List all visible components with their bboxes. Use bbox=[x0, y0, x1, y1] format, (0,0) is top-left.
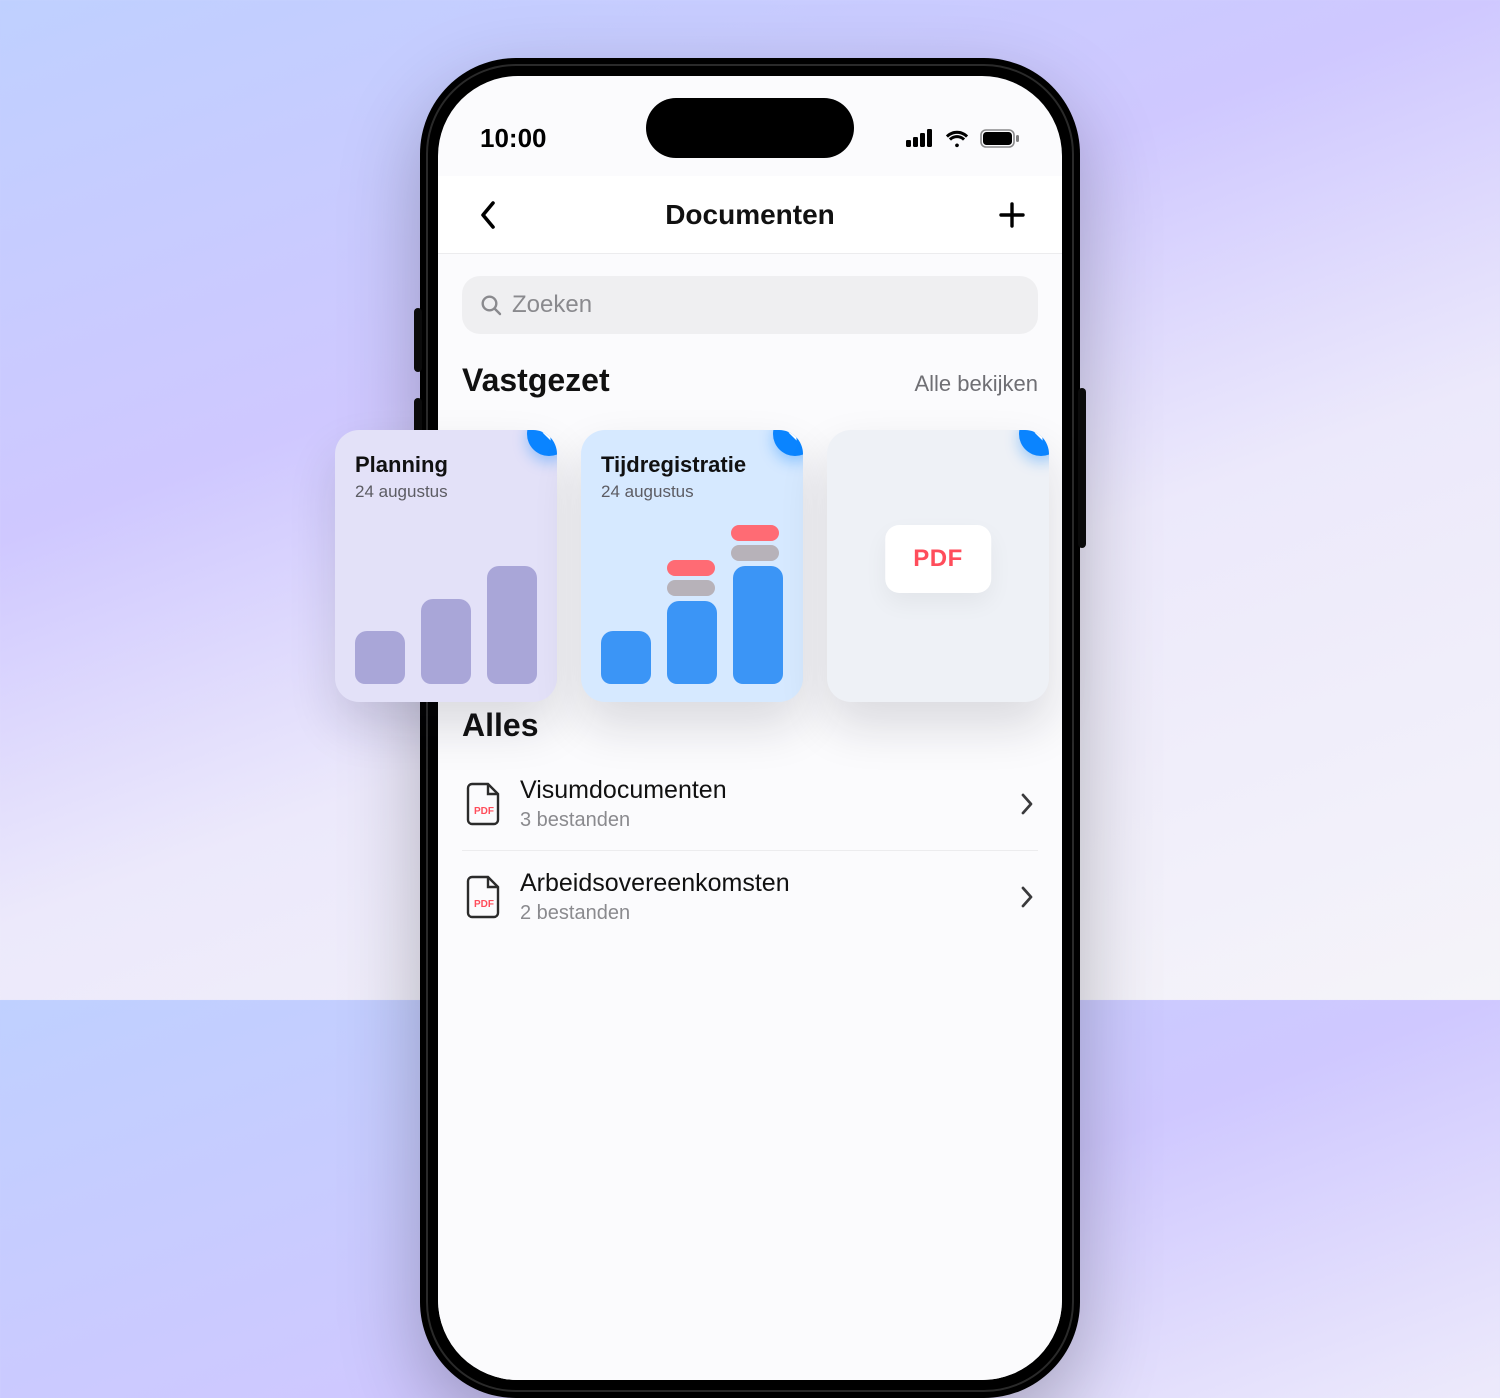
pinned-section-title: Vastgezet bbox=[462, 362, 610, 399]
search-placeholder: Zoeken bbox=[512, 291, 592, 319]
card-date: 24 augustus bbox=[601, 482, 783, 502]
bar-chart-icon bbox=[355, 566, 537, 684]
pdf-doc-icon: PDF bbox=[466, 782, 502, 826]
phone-screen: 10:00 Documenten bbox=[438, 76, 1062, 1380]
pinned-view-all-link[interactable]: Alle bekijken bbox=[914, 371, 1038, 397]
card-date: 24 augustus bbox=[355, 482, 537, 502]
back-button[interactable] bbox=[468, 195, 508, 235]
plus-icon bbox=[998, 201, 1026, 229]
chevron-left-icon bbox=[479, 200, 497, 230]
dynamic-island bbox=[646, 98, 854, 158]
list-item[interactable]: PDF Visumdocumenten 3 bestanden bbox=[462, 758, 1038, 851]
pinned-card-planning[interactable]: Planning 24 augustus bbox=[335, 430, 557, 702]
search-icon bbox=[480, 294, 502, 316]
list-item-subtitle: 2 bestanden bbox=[520, 902, 1002, 925]
page-title: Documenten bbox=[665, 199, 835, 231]
pinned-cards: Planning 24 augustus Tijdregistratie 24 … bbox=[335, 430, 1049, 702]
pdf-badge: PDF bbox=[885, 525, 991, 593]
pinned-card-pdf[interactable]: PDF bbox=[827, 430, 1049, 702]
list-item-title: Visumdocumenten bbox=[520, 776, 1002, 805]
search-input[interactable]: Zoeken bbox=[462, 276, 1038, 334]
phone-frame: 10:00 Documenten bbox=[420, 58, 1080, 1398]
cellular-icon bbox=[906, 129, 934, 147]
all-section-title: Alles bbox=[462, 707, 1038, 744]
card-title: Tijdregistratie bbox=[601, 452, 783, 478]
side-button bbox=[1078, 388, 1086, 548]
side-button bbox=[414, 308, 422, 372]
pdf-doc-icon: PDF bbox=[466, 875, 502, 919]
svg-text:PDF: PDF bbox=[474, 806, 494, 817]
status-time: 10:00 bbox=[480, 123, 547, 154]
content: Zoeken Vastgezet Alle bekijken Alles PDF… bbox=[438, 254, 1062, 1380]
list-item-subtitle: 3 bestanden bbox=[520, 809, 1002, 832]
list-item[interactable]: PDF Arbeidsovereenkomsten 2 bestanden bbox=[462, 851, 1038, 943]
pin-icon bbox=[1019, 430, 1049, 456]
documents-list: PDF Visumdocumenten 3 bestanden PDF Arbe… bbox=[462, 758, 1038, 943]
add-button[interactable] bbox=[992, 195, 1032, 235]
pinned-card-tijdregistratie[interactable]: Tijdregistratie 24 augustus bbox=[581, 430, 803, 702]
wifi-icon bbox=[944, 128, 970, 148]
nav-bar: Documenten bbox=[438, 176, 1062, 254]
chevron-right-icon bbox=[1020, 885, 1034, 909]
battery-icon bbox=[980, 129, 1020, 148]
chevron-right-icon bbox=[1020, 792, 1034, 816]
svg-text:PDF: PDF bbox=[474, 899, 494, 910]
card-title: Planning bbox=[355, 452, 537, 478]
list-item-title: Arbeidsovereenkomsten bbox=[520, 869, 1002, 898]
